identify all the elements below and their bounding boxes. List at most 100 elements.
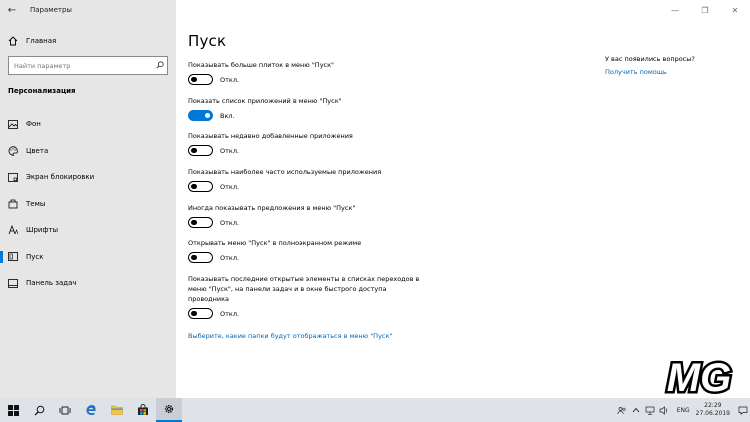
clock-time: 22:29 [704,402,722,409]
edge-button[interactable] [78,398,104,422]
sidebar-item-label: Пуск [26,252,44,261]
search-icon[interactable] [153,60,167,71]
search-box[interactable] [8,56,168,75]
minimize-button[interactable]: — [660,0,690,20]
taskbar: ENG 22:29 27.06.2019 [0,398,750,422]
network-button[interactable] [643,406,657,415]
sidebar-item-colors[interactable]: Цвета [0,138,176,165]
page-title: Пуск [188,32,227,50]
sidebar-item-label: Шрифты [26,226,59,235]
taskbar-icon [0,278,26,288]
app-title: Параметры [30,6,72,14]
start-icon [0,252,26,262]
title-bar-left: ← Параметры [0,0,176,20]
toggle-knob [191,310,197,316]
minimize-icon: — [671,5,679,15]
people-button[interactable] [615,406,629,415]
setting-label: Показать список приложений в меню "Пуск" [188,97,342,105]
toggle-switch[interactable] [188,181,213,192]
toggle-switch[interactable] [188,252,213,263]
task-view-button[interactable] [52,398,78,422]
sidebar-item-label: Панель задач [26,279,77,288]
toggle-switch[interactable] [188,217,213,228]
toggle-state-label: Откл. [220,309,240,318]
setting-recently-added: Показывать недавно добавленные приложени… [188,131,608,156]
store-icon [138,404,148,415]
lock-screen-icon [0,172,26,182]
clock[interactable]: 22:29 27.06.2019 [696,402,730,418]
network-icon [645,406,655,415]
task-view-icon [59,406,71,414]
toggle-switch[interactable] [188,145,213,156]
setting-label-line: меню "Пуск", на панели задач и в окне бы… [188,285,387,293]
sidebar-item-fonts[interactable]: Шрифты [0,217,176,244]
sidebar-item-start[interactable]: Пуск [0,244,176,271]
setting-label: Иногда показывать предложения в меню "Пу… [188,204,356,212]
sidebar: Главная Персонализация Фон Цвета Экран б… [0,20,176,398]
system-tray: ENG 22:29 27.06.2019 [615,398,750,422]
sidebar-item-home[interactable]: Главная [0,30,176,52]
sidebar-item-themes[interactable]: Темы [0,191,176,218]
setting-label: Показывать недавно добавленные приложени… [188,132,353,140]
toggle-switch[interactable] [188,308,213,319]
setting-most-used: Показывать наиболее часто используемые п… [188,167,608,192]
chevron-up-icon [632,407,640,413]
toggle-knob [204,112,210,118]
maximize-button[interactable]: ❐ [690,0,720,20]
clock-date: 27.06.2019 [695,410,730,417]
mg-logo: MG [654,356,744,398]
toggle-state-label: Откл. [220,253,240,262]
get-help-link[interactable]: Получить помощь [605,68,745,76]
sidebar-item-background[interactable]: Фон [0,111,176,138]
sidebar-item-label: Фон [26,120,41,129]
sidebar-item-label: Темы [26,199,46,208]
setting-label: Показывать наиболее часто используемые п… [188,168,382,176]
taskbar-search-button[interactable] [26,398,52,422]
windows-start-button[interactable] [0,398,26,422]
settings-taskbar-button[interactable] [156,398,182,422]
setting-label-line: проводника [188,295,230,303]
toggle-switch[interactable] [188,74,213,85]
action-center-button[interactable] [736,406,750,415]
picture-icon [0,119,26,129]
toggle-state-label: Откл. [220,146,240,155]
back-arrow-icon: ← [7,4,17,16]
choose-folders-link[interactable]: Выберите, какие папки будут отображаться… [188,332,392,340]
setting-suggestions: Иногда показывать предложения в меню "Пу… [188,203,608,228]
toggle-switch[interactable] [188,110,213,121]
close-button[interactable]: ✕ [720,0,750,20]
search-icon [34,405,44,415]
help-panel: У вас появились вопросы? Получить помощь [605,55,745,76]
setting-app-list: Показать список приложений в меню "Пуск"… [188,96,608,121]
setting-label: Открывать меню "Пуск" в полноэкранном ре… [188,239,362,247]
maximize-icon: ❐ [701,5,709,15]
sidebar-item-label: Цвета [26,146,49,155]
close-icon: ✕ [731,5,739,15]
toggle-state-label: Вкл. [220,111,235,120]
file-explorer-button[interactable] [104,398,130,422]
window-controls: — ❐ ✕ [176,0,750,20]
setting-label-line: Показывать последние открытые элементы в… [188,275,420,283]
file-explorer-icon [111,405,123,415]
show-hidden-icons-button[interactable] [629,407,643,413]
brush-icon [0,199,26,209]
setting-fullscreen: Открывать меню "Пуск" в полноэкранном ре… [188,238,608,263]
back-button[interactable]: ← [0,0,24,20]
sidebar-item-lock-screen[interactable]: Экран блокировки [0,164,176,191]
notification-icon [738,406,748,415]
store-button[interactable] [130,398,156,422]
search-input[interactable] [14,61,153,70]
sidebar-home-label: Главная [26,37,57,45]
volume-button[interactable] [657,405,671,415]
people-icon [617,406,626,414]
mg-logo-graphic: MG [664,356,733,398]
sidebar-nav-list: Фон Цвета Экран блокировки Темы Шрифты П… [0,111,176,297]
language-indicator[interactable]: ENG [677,407,690,414]
sidebar-item-label: Экран блокировки [26,173,95,182]
toggle-knob [191,76,197,82]
windows-start-icon [7,404,19,416]
sidebar-item-taskbar[interactable]: Панель задач [0,270,176,297]
toggle-state-label: Откл. [220,75,240,84]
settings-icon [164,404,174,414]
help-question: У вас появились вопросы? [605,55,695,63]
